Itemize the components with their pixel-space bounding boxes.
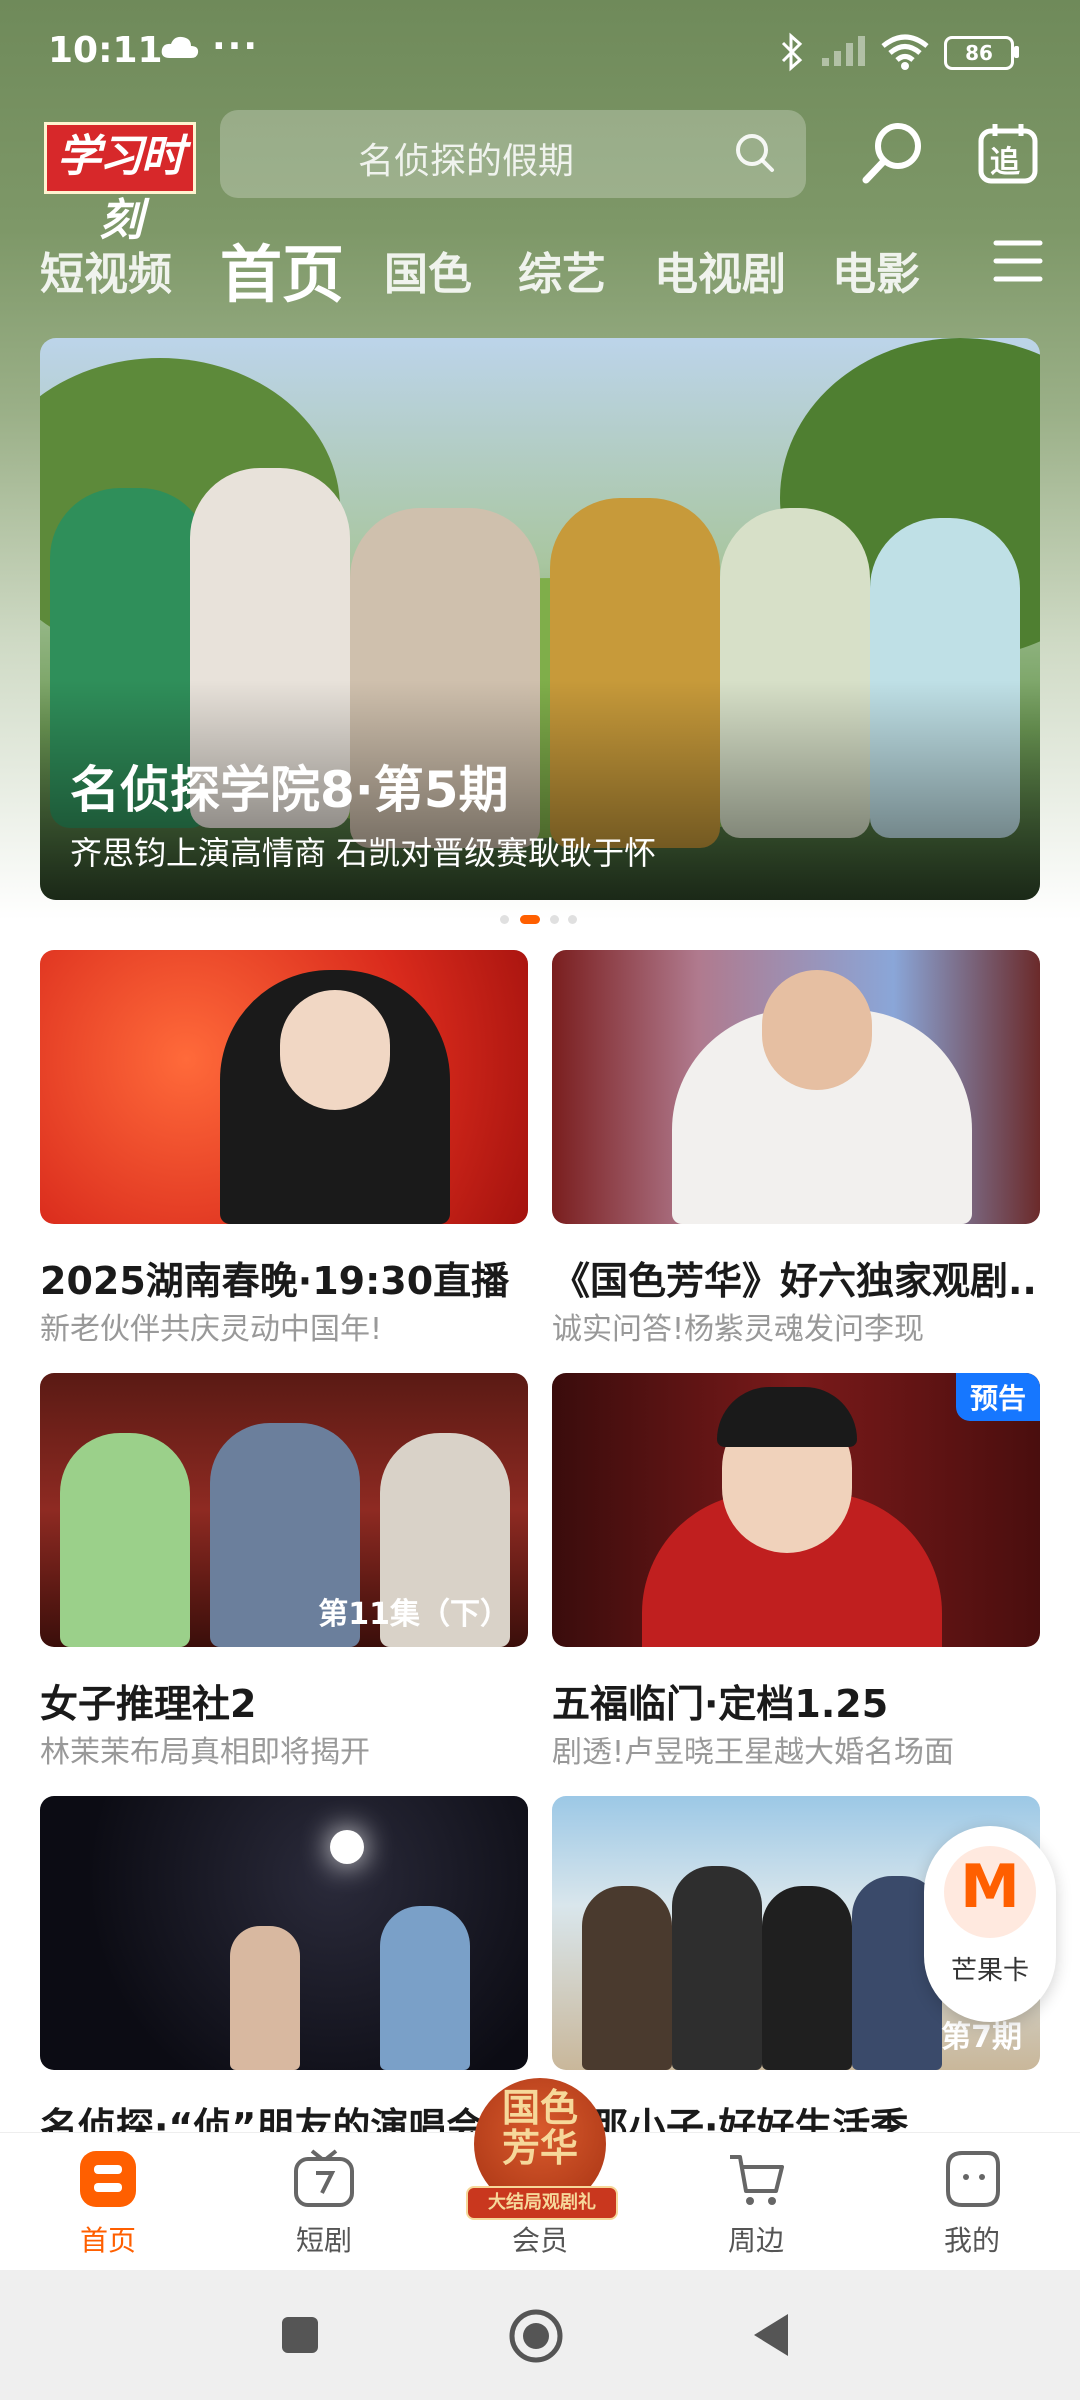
nav-vip-label: 会员 xyxy=(511,2224,568,2257)
nav-merch-label: 周边 xyxy=(727,2224,784,2257)
card-subtitle: 剧透!卢昱晓王星越大婚名场面 xyxy=(552,1735,955,1770)
banner-subtitle: 齐思钧上演高情商 石凯对晋级赛耿耿于怀 xyxy=(70,834,657,872)
card-thumbnail xyxy=(40,1796,528,2070)
tab-home[interactable]: 首页 xyxy=(220,224,344,314)
search-placeholder: 名侦探的假期 xyxy=(358,141,575,182)
banner-title: 名侦探学院8·第5期 xyxy=(70,761,509,819)
nav-short-drama[interactable]: 短剧 xyxy=(254,2133,394,2271)
recent-apps-square-icon[interactable] xyxy=(280,2315,320,2355)
card-subtitle: 新老伙伴共庆灵动中国年! xyxy=(40,1312,383,1347)
channel-menu-icon[interactable] xyxy=(992,238,1044,284)
card-thumbnail: 第11集（下） xyxy=(40,1373,528,1647)
more-notifications-icon: ··· xyxy=(212,26,260,67)
card-title: 女子推理社2 xyxy=(40,1682,257,1726)
app-logo[interactable]: 学习时刻 xyxy=(44,122,196,246)
card-thumbnail xyxy=(40,950,528,1224)
nav-short-drama-label: 短剧 xyxy=(295,2224,352,2257)
thumbnail-face xyxy=(280,990,390,1110)
page-dot xyxy=(568,915,577,924)
signal-icon xyxy=(822,36,865,66)
card-subtitle: 林茉茉布局真相即将揭开 xyxy=(40,1735,370,1770)
vip-promo-text: 国色 芳华 xyxy=(474,2088,606,2168)
thumbnail-headwear xyxy=(717,1387,857,1447)
card-title: 五福临门·定档1.25 xyxy=(552,1682,889,1726)
mango-card-label: 芒果卡 xyxy=(950,1956,1029,1986)
thumbnail-face xyxy=(762,970,872,1090)
battery-indicator: 86 xyxy=(944,36,1014,70)
status-time: 10:11 xyxy=(48,30,163,71)
nav-profile-label: 我的 xyxy=(943,2224,1000,2257)
cloud-icon xyxy=(161,36,199,58)
shopping-cart-icon xyxy=(730,2155,784,2205)
tab-short-video[interactable]: 短视频 xyxy=(40,238,172,302)
follow-label: 追 xyxy=(990,145,1020,180)
nav-home-label: 首页 xyxy=(79,2224,136,2257)
page-dot xyxy=(550,915,559,924)
page-dot xyxy=(500,915,509,924)
vip-promo-ribbon: 大结局观剧礼 xyxy=(466,2186,618,2220)
tab-guose[interactable]: 国色 xyxy=(384,238,472,302)
card-title: 2025湖南春晚·19:30直播 xyxy=(40,1259,510,1303)
page-dot-active xyxy=(520,915,540,924)
banner-page-indicator xyxy=(500,913,580,925)
back-triangle-icon[interactable] xyxy=(750,2312,790,2358)
battery-tip xyxy=(1014,46,1019,58)
home-icon xyxy=(80,2151,136,2207)
profile-face-icon xyxy=(946,2151,1000,2207)
card-thumbnail: 预告 xyxy=(552,1373,1040,1647)
preview-badge: 预告 xyxy=(955,1373,1040,1421)
follow-schedule-button[interactable]: 追 xyxy=(978,122,1038,184)
system-navigation-bar xyxy=(0,2270,1080,2400)
thumbnail-figure xyxy=(380,1906,470,2070)
channel-tabs: 短视频 首页 国色 综艺 电视剧 电影 xyxy=(0,220,1080,311)
search-icon xyxy=(736,134,774,172)
card-title: 《国色芳华》好六独家观剧... xyxy=(552,1259,1040,1303)
status-bar: 10:11 ··· 86 xyxy=(0,0,1080,108)
mango-card-float-button[interactable]: M 芒果卡 xyxy=(924,1826,1056,2022)
nav-home[interactable]: 首页 xyxy=(38,2133,178,2271)
card-subtitle: 诚实问答!杨紫灵魂发问李现 xyxy=(552,1312,925,1347)
thumbnail-light xyxy=(330,1830,364,1864)
search-bar[interactable]: 名侦探的假期 xyxy=(220,110,806,198)
nav-merch[interactable]: 周边 xyxy=(686,2133,826,2271)
vip-promo-text-bottom: 芳华 xyxy=(501,2126,578,2170)
mango-mark: M xyxy=(960,1852,1020,1922)
card-thumbnail xyxy=(552,950,1040,1224)
short-drama-tv-icon xyxy=(294,2149,354,2207)
tab-variety[interactable]: 综艺 xyxy=(518,238,606,302)
thumbnail-figure xyxy=(582,1886,672,2070)
tab-tv-series[interactable]: 电视剧 xyxy=(654,238,786,302)
search-button-icon[interactable] xyxy=(858,118,928,188)
tab-movie[interactable]: 电影 xyxy=(832,238,920,302)
thumbnail-figure xyxy=(230,1926,300,2070)
thumbnail-figure xyxy=(672,1866,762,2070)
home-circle-icon[interactable] xyxy=(508,2308,564,2364)
nav-profile[interactable]: 我的 xyxy=(902,2133,1042,2271)
mango-logo-icon: M xyxy=(944,1846,1036,1938)
bluetooth-icon xyxy=(781,32,803,72)
thumbnail-figure xyxy=(60,1433,190,1647)
hero-banner[interactable]: 名侦探学院8·第5期 齐思钧上演高情商 石凯对晋级赛耿耿于怀 xyxy=(40,338,1040,900)
vip-promo-text-top: 国色 xyxy=(501,2086,578,2130)
episode-label: 第11集（下） xyxy=(318,1597,510,1632)
thumbnail-figure xyxy=(762,1886,852,2070)
wifi-icon xyxy=(881,34,929,70)
